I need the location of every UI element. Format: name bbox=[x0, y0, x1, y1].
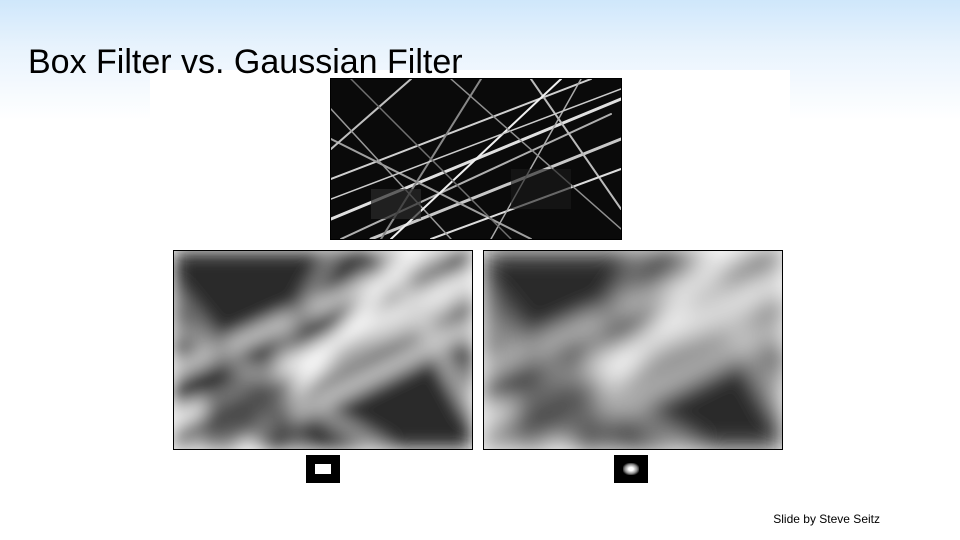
box-kernel-icon bbox=[306, 455, 340, 483]
gaussian-shape-icon bbox=[623, 463, 639, 475]
original-image bbox=[330, 78, 622, 240]
box-filtered-image bbox=[173, 250, 473, 450]
slide-attribution: Slide by Steve Seitz bbox=[773, 512, 880, 526]
box-shape-icon bbox=[315, 464, 331, 474]
gaussian-filtered-image bbox=[483, 250, 783, 450]
slide-title: Box Filter vs. Gaussian Filter bbox=[28, 43, 463, 82]
gaussian-kernel-icon bbox=[614, 455, 648, 483]
